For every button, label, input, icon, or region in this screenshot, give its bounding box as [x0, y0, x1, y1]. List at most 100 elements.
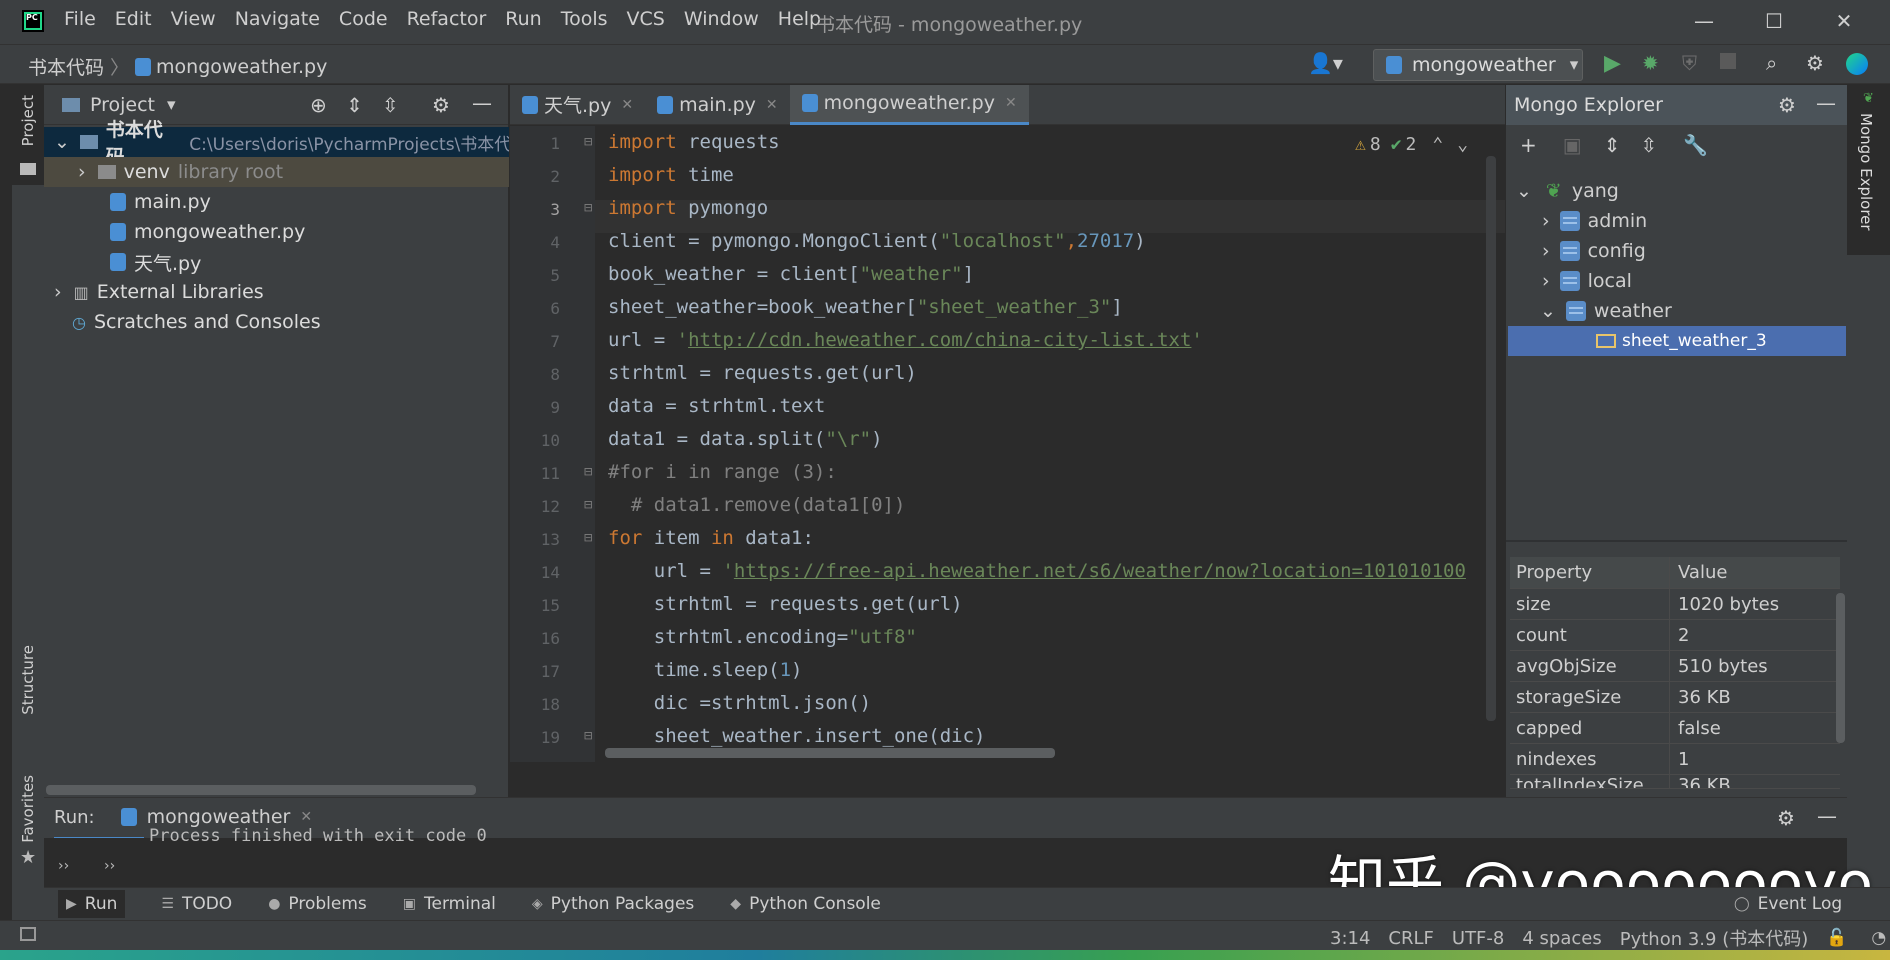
stop-icon[interactable]	[1720, 53, 1736, 69]
tool-windows-toggle-icon[interactable]	[20, 927, 36, 941]
mongo-db-row[interactable]: › admin	[1506, 206, 1848, 236]
close-tab-icon[interactable]: ✕	[766, 97, 778, 113]
menu-help[interactable]: Help	[778, 8, 821, 30]
tab-mongoweather[interactable]: mongoweather.py ✕	[789, 84, 1029, 125]
python-packages-tool-button[interactable]: ◈ Python Packages	[532, 894, 694, 914]
hide-panel-icon[interactable]: —	[1816, 91, 1836, 115]
fold-icon[interactable]: ⊟	[584, 200, 592, 216]
close-window-icon[interactable]: ✕	[1824, 6, 1864, 38]
mongo-db-row[interactable]: › local	[1506, 266, 1848, 296]
fold-icon[interactable]: ⊟	[584, 728, 592, 744]
tree-row-root[interactable]: ⌄ 书本代码 C:\Users\doris\PycharmProjects\书本…	[44, 119, 509, 168]
tree-row-file[interactable]: main.py	[44, 187, 509, 217]
code-editor[interactable]: import requests import time import pymon…	[595, 126, 1505, 762]
expand-all-icon[interactable]: ⇕	[1604, 133, 1621, 157]
todo-tool-button[interactable]: ☰ TODO	[161, 894, 232, 914]
favorites-stripe-tab[interactable]: Favorites	[19, 775, 37, 843]
chevron-right-icon[interactable]: ›	[78, 161, 86, 183]
menu-refactor[interactable]: Refactor	[407, 8, 487, 30]
chevron-right-icon[interactable]: ›	[1542, 210, 1550, 232]
tree-row-scratches[interactable]: ◷ Scratches and Consoles	[44, 307, 509, 337]
menu-window[interactable]: Window	[684, 8, 759, 30]
mongo-collection-row[interactable]: sheet_weather_3	[1508, 326, 1846, 356]
indent-setting[interactable]: 4 spaces	[1522, 928, 1601, 949]
vertical-scrollbar[interactable]	[1836, 593, 1845, 743]
chevron-down-icon[interactable]: ⌄	[1540, 300, 1556, 322]
coverage-icon[interactable]: ⛨	[1682, 51, 1697, 75]
chevron-down-icon[interactable]: ⌄	[54, 131, 70, 153]
event-log-tool-button[interactable]: ◯ Event Log	[1734, 894, 1842, 914]
add-icon[interactable]: +	[1520, 133, 1537, 157]
terminal-tool-button[interactable]: ▣ Terminal	[403, 894, 496, 914]
inspection-widget[interactable]: ⚠ 8 ✔ 2 ⌃ ⌄	[1355, 134, 1468, 155]
gear-icon[interactable]: ⚙	[1777, 806, 1795, 830]
fold-icon[interactable]: ⊟	[584, 497, 592, 513]
cursor-position[interactable]: 3:14	[1330, 928, 1370, 949]
more-icon[interactable]: ››	[58, 858, 69, 874]
chevron-down-icon[interactable]: ⌄	[1457, 134, 1468, 155]
chevron-down-icon[interactable]: ⌄	[1516, 180, 1532, 202]
run-icon[interactable]: ▶	[1604, 51, 1621, 76]
fold-icon[interactable]: ⊟	[584, 464, 592, 480]
disconnect-icon[interactable]: ▣	[1563, 133, 1582, 157]
line-separator[interactable]: CRLF	[1388, 928, 1433, 949]
menu-edit[interactable]: Edit	[115, 8, 152, 30]
collapse-all-icon[interactable]: ⇳	[382, 93, 399, 117]
lock-icon[interactable]: 🔓	[1826, 928, 1847, 948]
fold-icon[interactable]: ⊟	[584, 134, 592, 150]
tree-row-external-libraries[interactable]: › ▥ External Libraries	[44, 277, 509, 307]
hide-panel-icon[interactable]: —	[1817, 804, 1837, 828]
chevron-right-icon[interactable]: ›	[1542, 240, 1550, 262]
structure-stripe-tab[interactable]: Structure	[19, 645, 37, 715]
tab-tianqi[interactable]: 天气.py ✕	[510, 85, 645, 125]
run-tool-button[interactable]: ▶ Run	[58, 890, 126, 918]
tree-row-venv[interactable]: › venv library root	[44, 157, 509, 187]
tree-row-file[interactable]: mongoweather.py	[44, 217, 509, 247]
menu-view[interactable]: View	[171, 8, 216, 30]
interpreter[interactable]: Python 3.9 (书本代码)	[1620, 925, 1809, 951]
chevron-right-icon[interactable]: ›	[1542, 270, 1550, 292]
menu-code[interactable]: Code	[339, 8, 388, 30]
user-icon[interactable]: 👤▾	[1308, 51, 1343, 75]
maximize-icon[interactable]: ☐	[1754, 6, 1794, 38]
chevron-down-icon[interactable]: ▾	[167, 95, 176, 115]
hide-panel-icon[interactable]: —	[472, 91, 492, 115]
menu-file[interactable]: File	[64, 8, 96, 30]
debug-icon[interactable]: ✹	[1642, 51, 1659, 75]
wrench-icon[interactable]: 🔧	[1683, 133, 1708, 157]
run-config-select[interactable]: mongoweather ▾	[1373, 49, 1583, 81]
close-tab-icon[interactable]: ✕	[621, 97, 633, 113]
problems-tool-button[interactable]: ● Problems	[268, 894, 367, 914]
jetbrains-toolbox-icon[interactable]	[1846, 53, 1868, 75]
menu-run[interactable]: Run	[505, 8, 541, 30]
collapse-all-icon[interactable]: ⇳	[1640, 133, 1657, 157]
run-tab-label[interactable]: mongoweather	[147, 806, 291, 828]
tab-main[interactable]: main.py ✕	[645, 85, 790, 125]
expand-all-icon[interactable]: ⇕	[346, 93, 363, 117]
close-tab-icon[interactable]: ✕	[1005, 95, 1017, 111]
mongo-server-row[interactable]: ⌄ ❦ yang	[1506, 176, 1848, 206]
gear-icon[interactable]: ⚙	[1778, 93, 1796, 117]
minimize-icon[interactable]: —	[1684, 6, 1724, 38]
more-icon[interactable]: ››	[104, 858, 115, 874]
gear-icon[interactable]: ⚙	[432, 93, 450, 117]
fold-icon[interactable]: ⊟	[584, 530, 592, 546]
mongo-stripe-tab[interactable]: ❦ Mongo Explorer	[1847, 85, 1890, 255]
project-header-label[interactable]: Project	[90, 94, 155, 116]
vertical-scrollbar[interactable]	[1486, 156, 1496, 721]
breadcrumb-file[interactable]: mongoweather.py	[156, 56, 327, 78]
chevron-right-icon[interactable]: ›	[54, 281, 62, 303]
close-tab-icon[interactable]: ✕	[300, 809, 312, 825]
table-header-property[interactable]: Property	[1510, 557, 1670, 588]
project-stripe-tab[interactable]: Project	[12, 85, 44, 185]
menu-vcs[interactable]: VCS	[627, 8, 665, 30]
horizontal-scrollbar[interactable]	[46, 785, 476, 795]
locate-icon[interactable]: ⊕	[310, 93, 327, 117]
table-header-value[interactable]: Value	[1670, 562, 1727, 583]
gear-icon[interactable]: ⚙	[1806, 51, 1824, 75]
inspector-icon[interactable]: ◔	[1871, 928, 1886, 948]
python-console-tool-button[interactable]: ◆ Python Console	[730, 894, 881, 914]
search-icon[interactable]: ⌕	[1766, 51, 1777, 75]
menu-tools[interactable]: Tools	[561, 8, 608, 30]
horizontal-scrollbar[interactable]	[605, 748, 1055, 758]
